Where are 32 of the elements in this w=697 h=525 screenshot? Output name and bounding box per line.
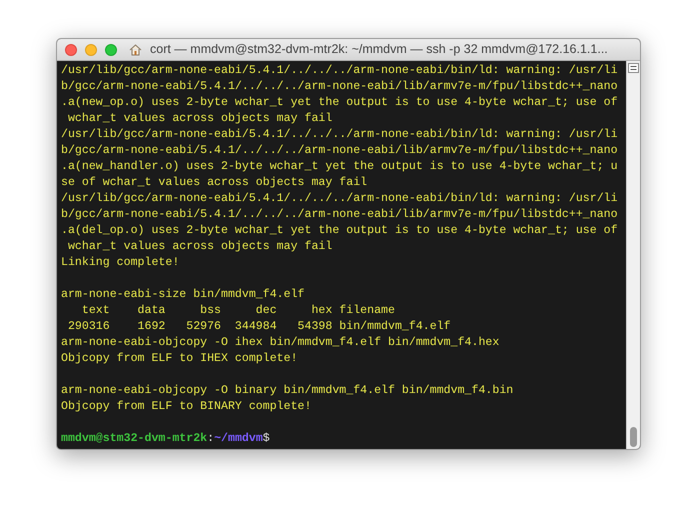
prompt-path: ~/mmdvm <box>214 431 263 447</box>
terminal-line: arm-none-eabi-size bin/mmdvm_f4.elf <box>61 287 306 303</box>
terminal-line: Objcopy from ELF to IHEX complete! <box>61 351 299 367</box>
terminal-line: b/gcc/arm-none-eabi/5.4.1/../../../arm-none-eabi/lib/armv7e-m/fpu/libstdc++_nano <box>61 207 619 223</box>
close-button[interactable] <box>65 44 77 56</box>
window-title: cort — mmdvm@stm32-dvm-mtr2k: ~/mmdvm — ssh -p 32 mmdvm@172.16.1.1... <box>150 41 608 58</box>
terminal-line: wchar_t values across objects may fail <box>66 111 334 127</box>
terminal-line: .a(new_op.o) uses 2-byte wchar_t yet the output is to use 4-byte wchar_t; use of <box>61 95 619 111</box>
terminal-line: b/gcc/arm-none-eabi/5.4.1/../../../arm-none-eabi/lib/armv7e-m/fpu/libstdc++_nano <box>61 79 619 95</box>
prompt-user-host: mmdvm@stm32-dvm-mtr2k <box>61 431 208 447</box>
prompt-separator: : <box>207 431 214 447</box>
scroll-thumb[interactable] <box>630 427 637 447</box>
terminal-line: wchar_t values across objects may fail <box>66 239 334 255</box>
terminal-line: /usr/lib/gcc/arm-none-eabi/5.4.1/../../../arm-none-eabi/bin/ld: warning: /usr/li <box>61 191 619 207</box>
terminal-line: arm-none-eabi-objcopy -O binary bin/mmdvm_f4.elf bin/mmdvm_f4.bin <box>61 383 514 399</box>
scroll-marks-icon[interactable] <box>628 63 639 73</box>
terminal-line: b/gcc/arm-none-eabi/5.4.1/../../../arm-none-eabi/lib/armv7e-m/fpu/libstdc++_nano <box>61 143 619 159</box>
terminal-line: .a(del_op.o) uses 2-byte wchar_t yet the output is to use 4-byte wchar_t; use of <box>61 223 619 239</box>
terminal-line: Objcopy from ELF to BINARY complete! <box>61 399 312 415</box>
terminal-line: /usr/lib/gcc/arm-none-eabi/5.4.1/../../../arm-none-eabi/bin/ld: warning: /usr/li <box>61 63 619 79</box>
home-icon <box>129 44 142 56</box>
minimize-button[interactable] <box>85 44 97 56</box>
zoom-button[interactable] <box>105 44 117 56</box>
terminal-line: 290316 1692 52976 344984 54398 bin/mmdvm_f4.elf <box>66 319 452 335</box>
terminal-line: Linking complete! <box>61 255 180 271</box>
prompt-symbol: $ <box>262 431 270 447</box>
scrollbar[interactable] <box>626 61 640 449</box>
terminal-line: text data bss dec hex filename <box>80 303 396 319</box>
terminal-line: .a(new_handler.o) uses 2-byte wchar_t yet the output is to use 4-byte wchar_t; u <box>61 159 619 175</box>
terminal-line: arm-none-eabi-objcopy -O ihex bin/mmdvm_f4.elf bin/mmdvm_f4.hex <box>61 335 500 351</box>
terminal-line: /usr/lib/gcc/arm-none-eabi/5.4.1/../../../arm-none-eabi/bin/ld: warning: /usr/li <box>61 127 619 143</box>
terminal-line: se of wchar_t values across objects may fail <box>61 175 368 191</box>
